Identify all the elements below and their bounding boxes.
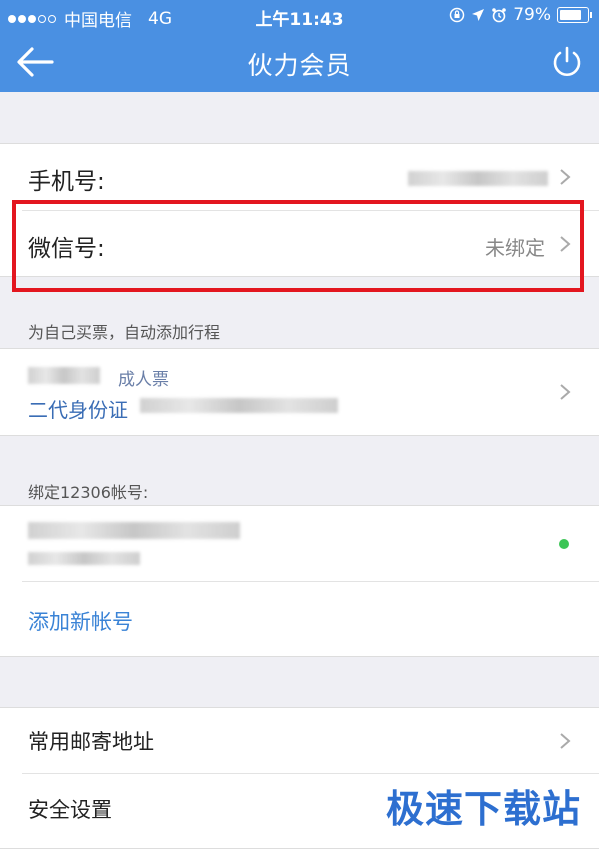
battery-icon [557, 7, 592, 23]
rotation-lock-icon [449, 7, 465, 23]
security-label: 安全设置 [28, 798, 112, 822]
account-name-redacted [28, 522, 240, 539]
battery-percent: 79% [513, 5, 551, 25]
phone-number-redacted [408, 171, 548, 186]
alarm-icon [492, 8, 507, 23]
id-type: 二代身份证 [28, 398, 128, 422]
nav-bar: 伙力会员 [0, 32, 599, 92]
watermark-logo: 极速下载站 [385, 787, 581, 831]
bind12306-section: 添加新帐号 [0, 505, 599, 657]
status-bar: 中国电信 4G 上午11:43 79% [0, 0, 599, 32]
add-account-link[interactable]: 添加新帐号 [28, 606, 133, 636]
power-icon[interactable] [549, 44, 585, 80]
location-icon [472, 9, 485, 21]
page-title: 伙力会员 [247, 51, 352, 80]
address-label: 常用邮寄地址 [28, 730, 154, 754]
address-row[interactable]: 常用邮寄地址 [0, 708, 599, 772]
chevron-right-icon [560, 384, 571, 400]
account-row[interactable] [0, 506, 599, 580]
highlight-box [12, 200, 584, 292]
active-status-dot [559, 539, 569, 549]
passenger-name-redacted [28, 367, 100, 384]
phone-label: 手机号: [28, 169, 105, 195]
account-detail-redacted [28, 552, 140, 565]
bind12306-caption: 绑定12306帐号: [28, 483, 149, 502]
chevron-right-icon [560, 169, 571, 185]
divider [22, 581, 599, 582]
ticket-type: 成人票 [118, 370, 169, 390]
chevron-right-icon [560, 733, 571, 749]
passenger-section[interactable]: 成人票 二代身份证 [0, 348, 599, 436]
passenger-caption: 为自己买票，自动添加行程 [28, 323, 221, 342]
id-number-redacted [140, 398, 338, 413]
